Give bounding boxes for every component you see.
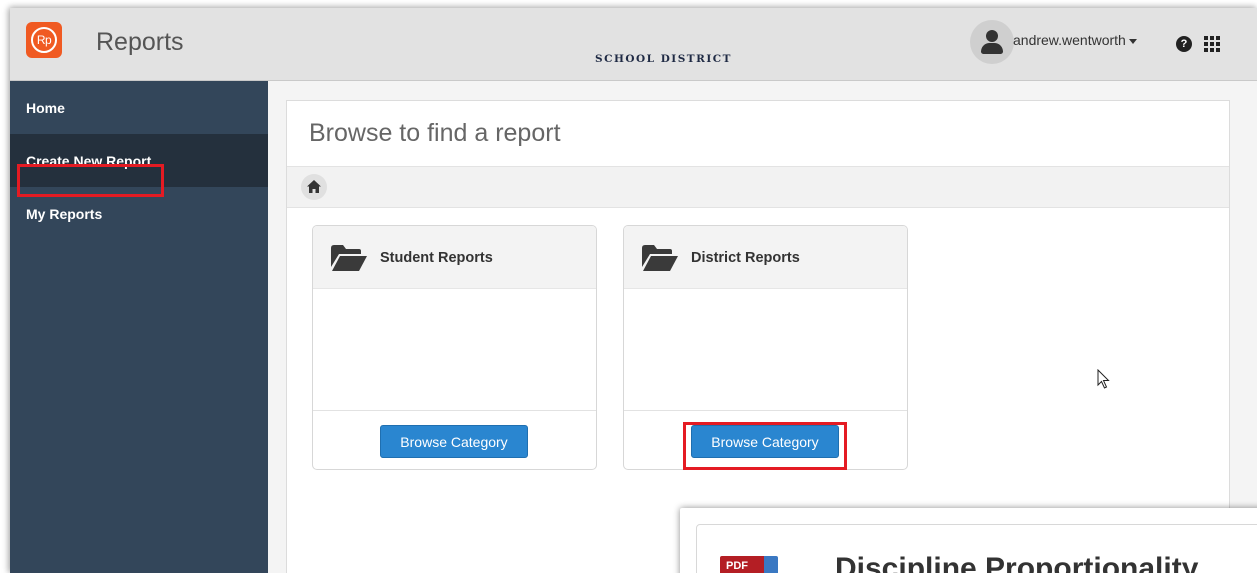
- logo-text: Rp: [31, 27, 57, 53]
- card-footer: Browse Category: [624, 410, 907, 469]
- category-card-student-reports: Student Reports Browse Category: [312, 225, 597, 470]
- category-card-district-reports: District Reports Browse Category: [623, 225, 908, 470]
- sidebar: Home Create New Report My Reports: [10, 81, 268, 573]
- breadcrumb: [287, 166, 1229, 208]
- report-title[interactable]: Discipline Proportionality: [835, 552, 1198, 573]
- folder-open-icon: [331, 245, 367, 271]
- sidebar-item-home[interactable]: Home: [10, 81, 268, 134]
- browse-category-button[interactable]: Browse Category: [380, 425, 528, 458]
- mouse-cursor-icon: [1097, 369, 1110, 389]
- username-label: andrew.wentworth: [1013, 32, 1126, 48]
- user-avatar-icon[interactable]: [970, 20, 1014, 64]
- avatar-body: [981, 43, 1003, 54]
- app-title: Reports: [96, 28, 184, 56]
- caret-down-icon: [1128, 38, 1137, 44]
- top-header: Rp Reports SCHOOL DISTRICT andrew.wentwo…: [10, 8, 1257, 81]
- app-grid-icon[interactable]: [1204, 36, 1220, 52]
- help-icon[interactable]: ?: [1176, 36, 1192, 52]
- pdf-icon: PDF: [720, 556, 778, 573]
- browse-category-button[interactable]: Browse Category: [691, 425, 839, 458]
- user-menu[interactable]: andrew.wentworth: [1013, 32, 1137, 48]
- report-preview-overlay: PDF Discipline Proportionality: [680, 508, 1257, 573]
- card-header: Student Reports: [313, 226, 596, 289]
- card-title: Student Reports: [380, 250, 493, 266]
- district-label: SCHOOL DISTRICT: [595, 53, 732, 65]
- page-title: Browse to find a report: [309, 119, 561, 147]
- card-header: District Reports: [624, 226, 907, 289]
- sidebar-item-my-reports[interactable]: My Reports: [10, 187, 268, 240]
- home-icon[interactable]: [301, 174, 327, 200]
- app-logo[interactable]: Rp: [26, 22, 62, 58]
- folder-open-icon: [642, 245, 678, 271]
- sidebar-item-create-new-report[interactable]: Create New Report: [10, 134, 268, 187]
- card-footer: Browse Category: [313, 410, 596, 469]
- card-title: District Reports: [691, 250, 800, 266]
- avatar-head: [986, 30, 998, 42]
